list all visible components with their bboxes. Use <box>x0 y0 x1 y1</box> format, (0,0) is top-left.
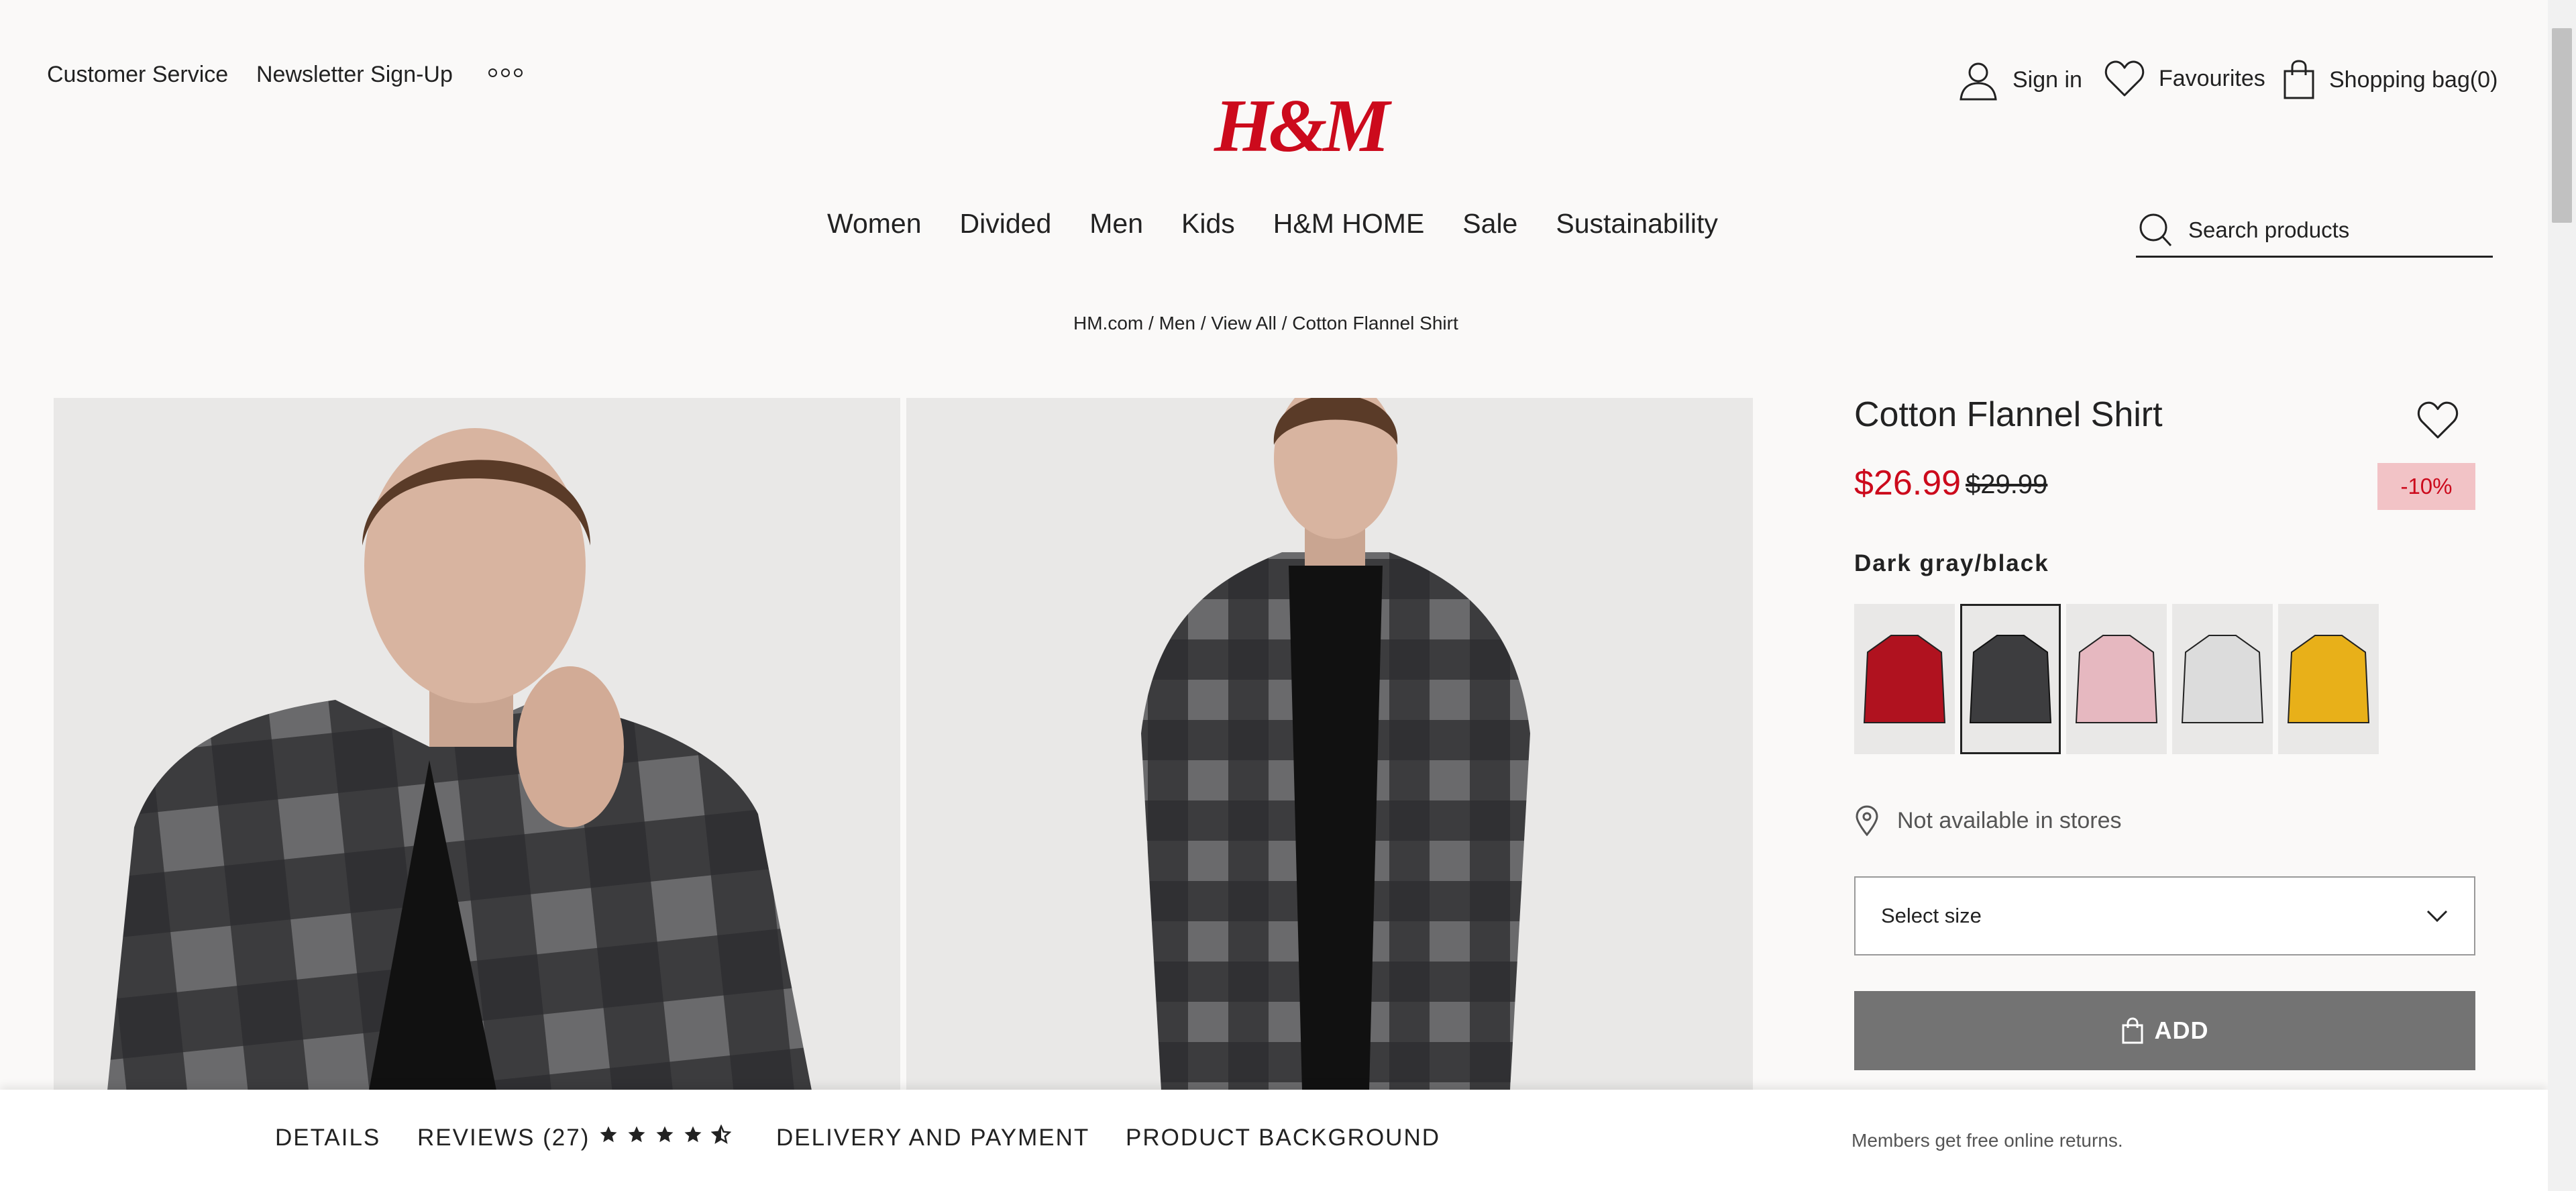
nav-item-sustainability[interactable]: Sustainability <box>1556 208 1718 240</box>
search-box <box>2136 204 2493 258</box>
nav-item-men[interactable]: Men <box>1089 208 1143 240</box>
shirt-thumbnail <box>2075 635 2158 723</box>
swatch-white-black[interactable] <box>2172 604 2273 754</box>
favourites-label: Favourites <box>2159 65 2265 91</box>
shopping-bag-icon <box>2284 60 2314 99</box>
page-scrollbar[interactable] <box>2548 0 2576 1191</box>
star-icon <box>656 1126 674 1143</box>
chevron-down-icon <box>2426 910 2448 923</box>
location-pin-icon <box>1856 805 1878 836</box>
breadcrumb-separator: / <box>1195 313 1212 333</box>
product-image-1[interactable] <box>54 398 900 1090</box>
newsletter-signup-link[interactable]: Newsletter Sign-Up <box>256 62 453 88</box>
search-icon[interactable] <box>2136 211 2174 249</box>
add-to-bag-button[interactable]: ADD <box>1854 991 2475 1070</box>
swatch-yellow-black[interactable] <box>2278 604 2379 754</box>
nav-item-divided[interactable]: Divided <box>960 208 1052 240</box>
shirt-thumbnail <box>2181 635 2264 723</box>
customer-service-link[interactable]: Customer Service <box>47 62 228 88</box>
search-input[interactable] <box>2187 216 2485 244</box>
tab-delivery-payment[interactable]: DELIVERY AND PAYMENT <box>776 1125 1089 1151</box>
size-select-label: Select size <box>1881 904 1982 927</box>
store-availability-text: Not available in stores <box>1897 807 2122 833</box>
star-icon <box>684 1126 702 1143</box>
model-closeup-illustration <box>54 398 900 1090</box>
product-title: Cotton Flannel Shirt <box>1854 395 2163 434</box>
tab-reviews[interactable]: REVIEWS (27) <box>417 1125 590 1151</box>
nav-item-hm-home[interactable]: H&M HOME <box>1273 208 1425 240</box>
returns-note: Members get free online returns. <box>1851 1130 2123 1151</box>
swatch-dark-gray-black[interactable] <box>1960 604 2061 754</box>
breadcrumb-separator: / <box>1143 313 1159 333</box>
original-price: $29.99 <box>1966 470 2048 499</box>
user-icon <box>1960 62 1997 101</box>
tab-product-background[interactable]: PRODUCT BACKGROUND <box>1126 1125 1440 1151</box>
half-star-icon <box>711 1125 731 1144</box>
scrollbar-thumb[interactable] <box>2552 28 2572 223</box>
shirt-thumbnail <box>2287 635 2370 723</box>
favourites-link[interactable]: Favourites <box>2104 59 2265 98</box>
rating-stars <box>598 1125 731 1145</box>
more-options-icon[interactable] <box>488 68 523 77</box>
swatch-red-black[interactable] <box>1854 604 1955 754</box>
nav-item-sale[interactable]: Sale <box>1462 208 1517 240</box>
star-icon <box>628 1126 645 1143</box>
swatch-pink-black[interactable] <box>2066 604 2167 754</box>
heart-icon <box>2104 60 2145 97</box>
main-nav: Women Divided Men Kids H&M HOME Sale Sus… <box>827 208 1718 240</box>
sale-price: $26.99 <box>1854 464 1962 503</box>
breadcrumb-hm-com[interactable]: HM.com <box>1073 313 1143 333</box>
add-button-label: ADD <box>2154 1017 2209 1044</box>
discount-badge: -10% <box>2377 463 2475 510</box>
logo-text: H&M <box>1214 85 1390 168</box>
size-select[interactable]: Select size <box>1854 876 2475 955</box>
model-full-illustration <box>906 398 1753 1090</box>
sign-in-link[interactable]: Sign in <box>1957 59 2082 101</box>
breadcrumb-current: Cotton Flannel Shirt <box>1292 313 1458 333</box>
add-to-favourites-button[interactable] <box>2416 400 2459 440</box>
breadcrumb-view-all[interactable]: View All <box>1211 313 1277 333</box>
product-info-tabs: DETAILS REVIEWS (27) DELIVERY AND PAYMEN… <box>0 1090 2548 1191</box>
sign-in-label: Sign in <box>2012 66 2082 93</box>
shopping-bag-icon <box>2122 1017 2143 1044</box>
shirt-thumbnail <box>1969 635 2052 723</box>
tab-details[interactable]: DETAILS <box>275 1125 380 1151</box>
selected-color-name: Dark gray/black <box>1854 550 2049 576</box>
star-icon <box>600 1126 617 1143</box>
product-image-2[interactable] <box>906 398 1753 1090</box>
nav-item-women[interactable]: Women <box>827 208 922 240</box>
breadcrumb-separator: / <box>1276 313 1293 333</box>
store-availability: Not available in stores <box>1854 805 2122 836</box>
hm-logo[interactable]: H&M <box>1214 85 1390 168</box>
shopping-bag-label: Shopping bag(0) <box>2329 66 2498 93</box>
breadcrumb: HM.com / Men / View All / Cotton Flannel… <box>1073 313 1458 334</box>
heart-icon <box>2417 401 2459 439</box>
nav-item-kids[interactable]: Kids <box>1181 208 1235 240</box>
shirt-thumbnail <box>1863 635 1946 723</box>
shopping-bag-link[interactable]: Shopping bag(0) <box>2282 59 2498 101</box>
color-swatches <box>1854 604 2379 754</box>
breadcrumb-men[interactable]: Men <box>1159 313 1195 333</box>
